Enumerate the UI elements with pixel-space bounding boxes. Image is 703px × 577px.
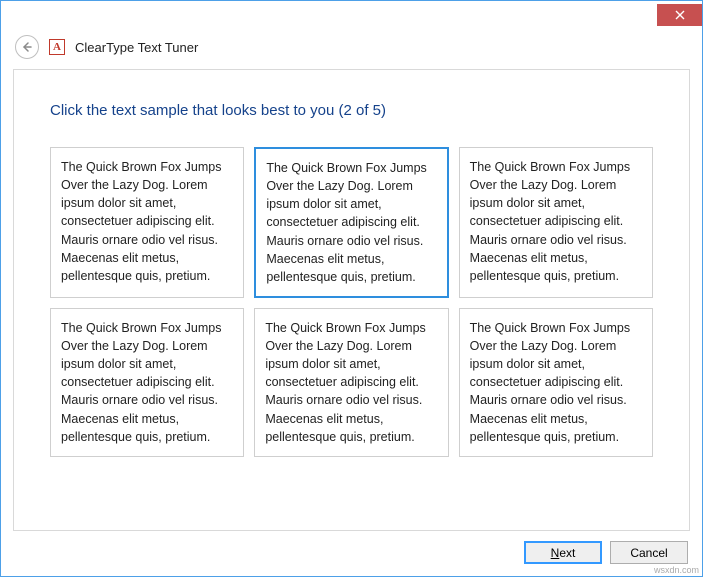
app-title: ClearType Text Tuner (75, 40, 198, 55)
text-sample-3[interactable]: The Quick Brown Fox Jumps Over the Lazy … (459, 147, 653, 298)
app-icon: A (49, 39, 65, 55)
window-frame: A ClearType Text Tuner Click the text sa… (0, 0, 703, 577)
back-arrow-icon (21, 41, 33, 53)
text-sample-2[interactable]: The Quick Brown Fox Jumps Over the Lazy … (254, 147, 448, 298)
header: A ClearType Text Tuner (1, 29, 702, 69)
close-icon (675, 10, 685, 20)
sample-grid: The Quick Brown Fox Jumps Over the Lazy … (50, 147, 653, 457)
cancel-button[interactable]: Cancel (610, 541, 688, 564)
next-button-rest: ext (559, 546, 575, 560)
text-sample-4[interactable]: The Quick Brown Fox Jumps Over the Lazy … (50, 308, 244, 457)
page-heading: Click the text sample that looks best to… (50, 102, 653, 119)
text-sample-6[interactable]: The Quick Brown Fox Jumps Over the Lazy … (459, 308, 653, 457)
close-button[interactable] (657, 4, 702, 26)
button-row: Next Cancel (1, 531, 702, 576)
text-sample-5[interactable]: The Quick Brown Fox Jumps Over the Lazy … (254, 308, 448, 457)
next-button[interactable]: Next (524, 541, 602, 564)
back-button[interactable] (15, 35, 39, 59)
content-panel: Click the text sample that looks best to… (13, 69, 690, 531)
content-wrap: Click the text sample that looks best to… (1, 69, 702, 531)
text-sample-1[interactable]: The Quick Brown Fox Jumps Over the Lazy … (50, 147, 244, 298)
titlebar (1, 1, 702, 29)
